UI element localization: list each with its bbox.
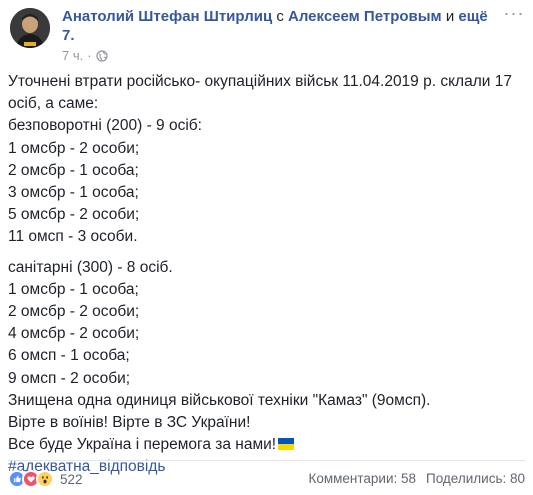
post-header: Анатолий Штефан Штирлиц с Алексеем Петро… <box>8 4 528 66</box>
comments-count-link[interactable]: Комментарии: 58 <box>308 471 416 486</box>
tagged-person-link[interactable]: Алексеем Петровым <box>288 8 442 25</box>
post-line: 6 омсп - 1 особа; <box>8 347 130 365</box>
post-paragraph-losses-300: санітарні (300) - 8 осіб. 1 омсбр - 1 осо… <box>8 257 523 435</box>
post-line: 5 омсбр - 2 особи; <box>8 206 140 224</box>
globe-icon <box>95 49 108 62</box>
author-name-link[interactable]: Анатолий Штефан Штирлиц <box>62 8 272 25</box>
with-word: с <box>276 8 284 25</box>
post-line: осіб, а саме: <box>8 95 99 113</box>
post-line-closing: Все буде Україна і перемога за нами! <box>8 434 523 456</box>
post-body: Уточнені втрати російсько- окупаційних в… <box>8 71 523 479</box>
post-footer: 522 Комментарии: 58 Поделились: 80 <box>8 468 525 490</box>
post-line: 2 омсбр - 2 особи; <box>8 303 140 321</box>
wow-reaction-icon <box>36 470 54 488</box>
post-stats: Комментарии: 58 Поделились: 80 <box>308 471 525 486</box>
post-line: 9 омсп - 2 особи; <box>8 369 131 387</box>
post-line: санітарні (300) - 8 осіб. <box>8 258 173 276</box>
more-options-icon[interactable]: ··· <box>502 4 526 24</box>
post-timestamp[interactable]: 7 ч. <box>62 48 83 63</box>
post-line: 4 омсбр - 2 особи; <box>8 325 140 343</box>
post-line: 2 омсбр - 1 особа; <box>8 161 139 179</box>
post-line: 3 омсбр - 1 особа; <box>8 184 139 202</box>
post-line: 11 омсп - 3 особи. <box>8 228 138 246</box>
shares-count-link[interactable]: Поделились: 80 <box>426 471 525 486</box>
post-line: 1 омсбр - 1 особа; <box>8 280 139 298</box>
post-paragraph-losses-200: Уточнені втрати російсько- окупаційних в… <box>8 71 523 249</box>
post-line: Знищена одна одиниця військової техніки … <box>8 391 431 409</box>
post-meta: 7 ч. · <box>62 48 108 63</box>
post-line: 1 омсбр - 2 особи; <box>8 139 140 157</box>
post-line: безповоротні (200) - 9 осіб: <box>8 117 202 135</box>
author-line: Анатолий Штефан Штирлиц с Алексеем Петро… <box>62 7 502 45</box>
post-line: Вірте в воїнів! Вірте в ЗС України! <box>8 414 251 432</box>
reactions-summary[interactable]: 522 <box>8 470 83 488</box>
author-avatar[interactable] <box>10 8 50 48</box>
and-word: и <box>445 8 455 25</box>
post-line: Уточнені втрати російсько- окупаційних в… <box>8 73 512 90</box>
footer-divider <box>8 460 525 461</box>
ukraine-flag-icon <box>278 438 295 451</box>
reaction-count[interactable]: 522 <box>60 472 83 487</box>
